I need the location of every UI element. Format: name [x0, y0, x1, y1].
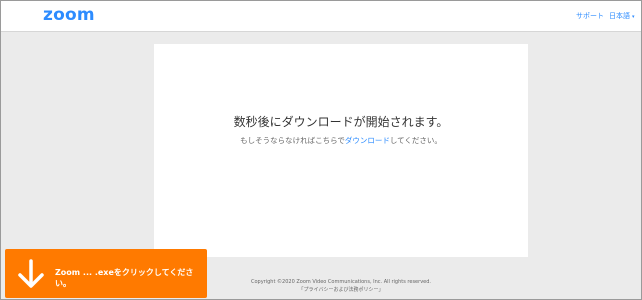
download-link[interactable]: ダウンロード	[345, 136, 390, 145]
privacy-link[interactable]: 「プライバシーおよび法務ポリシー」	[154, 286, 528, 293]
download-subline: もしそうならなければこちらでダウンロードしてください。	[154, 135, 528, 146]
subline-suffix: してください。	[389, 136, 442, 145]
toast-message: Zoom ... .exeをクリックしてください。	[55, 268, 194, 288]
download-headline: 数秒後にダウンロードが開始されます。	[233, 115, 449, 129]
copyright-text: Copyright ©2020 Zoom Video Communication…	[251, 279, 431, 285]
download-toast[interactable]: Zoom ... .exeをクリックしてください。	[5, 249, 207, 298]
zoom-logo[interactable]: zoom	[43, 5, 95, 25]
support-link[interactable]: サポート	[576, 11, 604, 21]
language-selector[interactable]: 日本語 ▾	[609, 11, 635, 21]
subline-prefix: もしそうならなければこちらで	[240, 136, 345, 145]
download-arrow-icon	[18, 259, 44, 288]
top-nav-bar: zoom サポート 日本語 ▾	[1, 1, 641, 32]
language-label: 日本語	[609, 12, 630, 20]
download-card: 数秒後にダウンロードが開始されます。 もしそうならなければこちらでダウンロードし…	[154, 44, 528, 257]
caret-down-icon: ▾	[632, 14, 635, 20]
